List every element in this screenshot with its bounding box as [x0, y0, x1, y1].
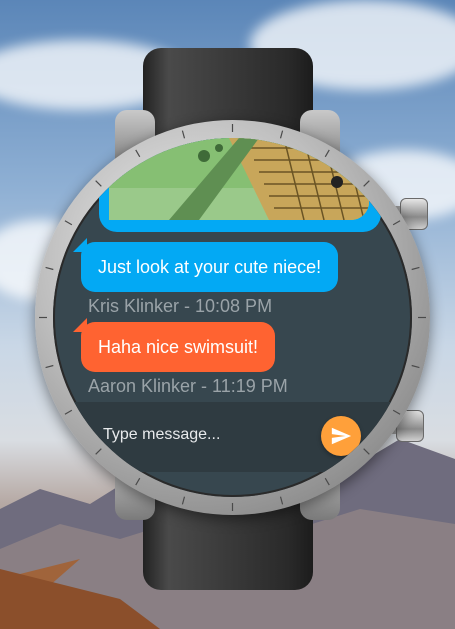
send-button[interactable] — [321, 416, 361, 456]
message-text: Just look at your cute niece! — [98, 256, 322, 277]
message-meta: Kris Klinker - 10:08 PM — [88, 296, 273, 316]
watch-screen: Just look at your cute niece! Kris Klink… — [53, 138, 412, 497]
scroll-indicator[interactable] — [351, 175, 361, 185]
send-arrow-icon — [331, 427, 352, 445]
photo-thumbnail — [109, 138, 369, 220]
message-text: Haha nice swimsuit! — [98, 336, 259, 357]
message-input[interactable] — [103, 420, 303, 450]
message-photo[interactable] — [109, 138, 369, 220]
message-bubble-outgoing[interactable]: Haha nice swimsuit! — [81, 322, 276, 372]
message-meta: Aaron Klinker - 11:19 PM — [88, 376, 288, 396]
message-bubble-incoming[interactable]: Just look at your cute niece! — [81, 242, 339, 292]
